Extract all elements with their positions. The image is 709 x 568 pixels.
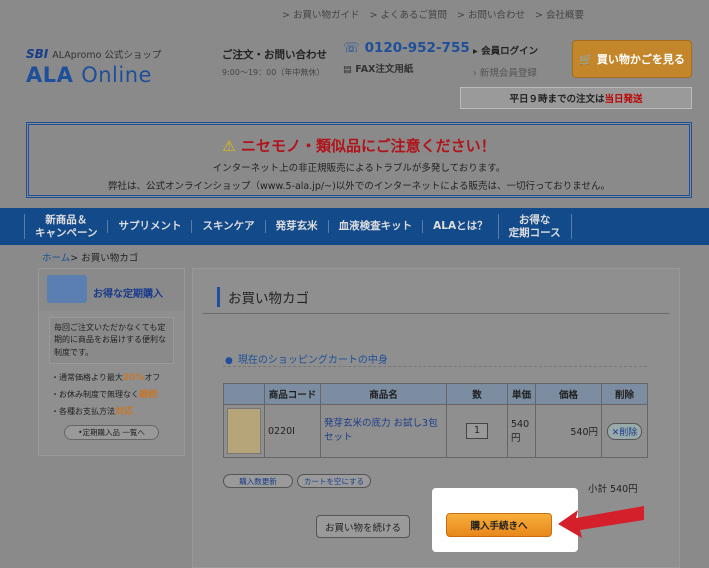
header-unit: 単価: [507, 383, 536, 405]
table-row: 0220I 発芽玄米の底力 お試し3包セット 1 540円 540円 ✕削除: [223, 404, 648, 458]
counterfeit-warning: ⚠ ニセモノ・類似品にご注意ください！ インターネット上の非正規販売によるトラブ…: [26, 122, 692, 198]
breadcrumb-home[interactable]: ホーム: [42, 253, 70, 264]
delete-button[interactable]: ✕削除: [606, 422, 643, 440]
cart-subtitle: 現在のショッピングカートの中身: [225, 351, 388, 366]
continue-shopping-button[interactable]: お買い物を続ける: [316, 515, 410, 538]
main-nav: 新商品＆ キャンペーン サプリメント スキンケア 発芽玄米 血液検査キット AL…: [0, 208, 709, 245]
update-quantity-button[interactable]: 購入数更新: [223, 474, 293, 488]
contact-block: ご注文・お問い合わせ 9:00～19：00（年中無休）: [222, 47, 327, 78]
unit-price: 540円: [507, 404, 536, 458]
same-day-notice: 平日９時までの注文は 当日発送: [460, 87, 692, 109]
nav-brown-rice[interactable]: 発芽玄米: [264, 220, 328, 233]
sidebar-description: 毎回ご注文いただかなくても定期的に商品をお届けする便利な制度です。: [49, 317, 174, 365]
product-name-link[interactable]: 発芽玄米の底力 お試し3包セット: [320, 404, 447, 458]
warning-icon: ⚠: [222, 137, 236, 155]
nav-about-ala[interactable]: ALAとは？: [422, 220, 497, 233]
nav-skincare[interactable]: スキンケア: [191, 220, 264, 233]
benefit-item: ・各種お支払方法対応: [51, 407, 134, 418]
warning-line2: 弊社は、公式オンラインショップ（www.5-ala.jp/~)以外でのインターネ…: [108, 181, 610, 192]
login-block: ▸ 会員ログイン › 新規会員登録: [473, 43, 538, 79]
site-logo[interactable]: SBI ALApromo 公式ショップ ALA Online: [26, 47, 161, 87]
cart-table: 商品コード 商品名 数 単価 価格 削除 0220I 発芽玄米の底力 お試し3包…: [223, 383, 648, 458]
truck-icon: [47, 275, 87, 303]
ala-text: ALA: [26, 63, 74, 87]
header-qty: 数: [446, 383, 508, 405]
nav-blood-test[interactable]: 血液検査キット: [327, 220, 423, 233]
product-image[interactable]: [227, 408, 261, 454]
nav-supplement[interactable]: サプリメント: [107, 220, 191, 233]
warning-line1: インターネット上の非正規販売によるトラブルが多発しております。: [212, 163, 506, 174]
quantity-input[interactable]: 1: [466, 423, 488, 439]
cart-icon: 🛒: [579, 52, 593, 66]
benefit-item: ・お休み制度で無理なく継続: [51, 390, 158, 401]
register-link[interactable]: › 新規会員登録: [473, 65, 538, 79]
link-company[interactable]: 会社概要: [535, 7, 584, 21]
warning-title: ニセモノ・類似品にご注意ください！: [240, 137, 496, 155]
phone-icon: ☏: [343, 40, 365, 56]
contact-title: ご注文・お問い合わせ: [222, 49, 327, 61]
phone-number[interactable]: ☏ 0120-952-755: [343, 40, 470, 56]
page-title: お買い物カゴ: [217, 287, 309, 307]
link-guide[interactable]: お買い物ガイド: [282, 7, 360, 21]
checkout-button[interactable]: 購入手続きへ: [446, 513, 552, 537]
breadcrumb-current: お買い物カゴ: [81, 253, 139, 264]
header-code: 商品コード: [264, 383, 321, 405]
header-name: 商品名: [320, 383, 447, 405]
sbi-logo: SBI: [26, 47, 49, 61]
online-text: Online: [81, 63, 152, 87]
view-cart-button[interactable]: 🛒 買い物かごを見る: [572, 40, 692, 78]
header-price: 価格: [535, 383, 602, 405]
header-delete: 削除: [601, 383, 648, 405]
product-code: 0220I: [264, 404, 321, 458]
contact-hours: 9:00～19：00（年中無休）: [222, 68, 325, 77]
benefit-item: ・通常価格より最大20%オフ: [51, 373, 161, 384]
link-contact[interactable]: お問い合わせ: [457, 7, 525, 21]
top-links: お買い物ガイド よくあるご質問 お問い合わせ 会社概要: [282, 7, 584, 21]
pointer-arrow-icon: [558, 506, 644, 538]
sidebar-title: お得な定期購入: [93, 289, 163, 300]
subscription-list-button[interactable]: • 定期購入品 一覧へ: [64, 425, 159, 441]
fax-link[interactable]: ▤ FAX注文用紙: [343, 61, 413, 75]
document-icon: ▤: [343, 64, 356, 75]
subtotal: 小計 540円: [588, 484, 638, 495]
empty-cart-button[interactable]: カートを空にする: [297, 474, 371, 488]
nav-new-campaign[interactable]: 新商品＆ キャンペーン: [24, 213, 107, 240]
nav-subscription[interactable]: お得な 定期コース: [497, 213, 572, 240]
breadcrumb: ホーム> お買い物カゴ: [42, 253, 139, 264]
shop-label: ALApromo 公式ショップ: [52, 50, 162, 61]
page: お買い物ガイド よくあるご質問 お問い合わせ 会社概要 SBIALApromo …: [0, 0, 709, 568]
line-price: 540円: [535, 404, 602, 458]
login-link[interactable]: ▸ 会員ログイン: [473, 43, 538, 57]
link-faq[interactable]: よくあるご質問: [370, 7, 447, 21]
header-image: [223, 383, 265, 405]
subscription-sidebar: お得な定期購入 毎回ご注文いただかなくても定期的に商品をお届けする便利な制度です…: [38, 268, 185, 456]
